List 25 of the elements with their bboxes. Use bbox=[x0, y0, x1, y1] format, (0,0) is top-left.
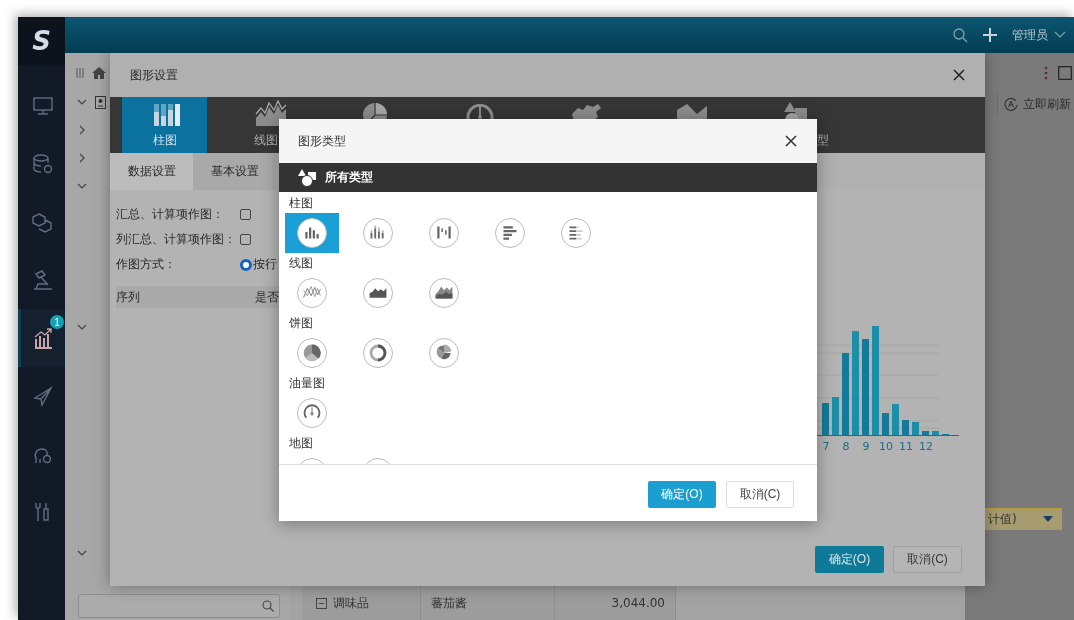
axis-label: 12 bbox=[918, 440, 934, 453]
axis-label: 8 bbox=[841, 440, 851, 453]
option-label: 列汇总、计算项作图： bbox=[116, 231, 237, 248]
option-label: 汇总、计算项作图： bbox=[116, 206, 225, 223]
dialog-title: 图形类型 bbox=[298, 132, 346, 150]
axis-label: 9 bbox=[861, 440, 871, 453]
group-label: 地图 bbox=[288, 434, 313, 452]
notification-badge: 1 bbox=[50, 315, 64, 329]
cell-text: 调味品 bbox=[333, 594, 369, 612]
radio-label: 按行 bbox=[253, 256, 277, 273]
logo: S bbox=[18, 17, 65, 65]
axis-label: 7 bbox=[821, 440, 831, 453]
column-header: 是否 bbox=[255, 288, 279, 306]
group-label: 线图 bbox=[288, 254, 313, 272]
group-label: 油量图 bbox=[288, 374, 325, 392]
column-header: 序列 bbox=[116, 288, 141, 306]
group-label: 柱图 bbox=[288, 194, 313, 212]
category-label: 所有类型 bbox=[325, 169, 373, 186]
table-cell: 3,044.00 bbox=[555, 586, 676, 620]
axis-label: 11 bbox=[898, 440, 914, 453]
dialog-title: 图形设置 bbox=[130, 66, 178, 84]
group-label: 饼图 bbox=[288, 314, 313, 332]
table-cell: 蕃茄酱 bbox=[421, 586, 555, 620]
axis-label: 10 bbox=[878, 440, 894, 453]
option-label: 作图方式： bbox=[116, 256, 177, 273]
